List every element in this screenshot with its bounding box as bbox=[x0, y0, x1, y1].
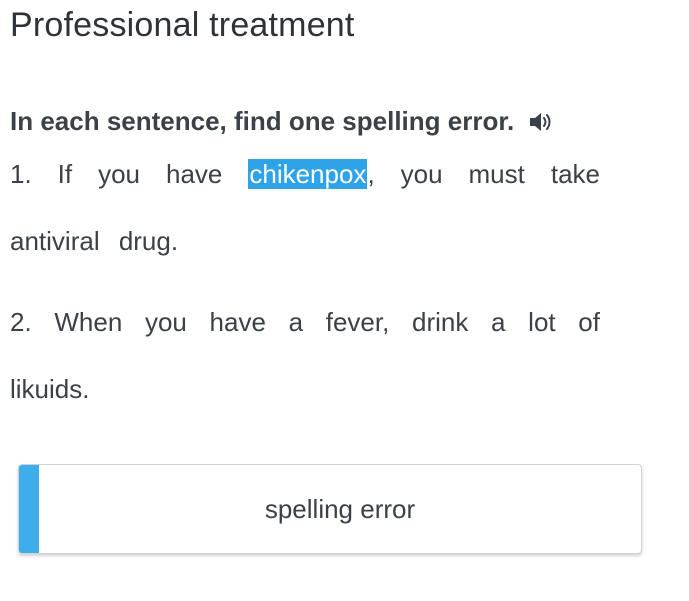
answer-button[interactable]: spelling error bbox=[18, 464, 642, 554]
sentence-number: 2. bbox=[10, 307, 32, 337]
page-title: Professional treatment bbox=[10, 6, 355, 44]
instruction: In each sentence, find one spelling erro… bbox=[10, 106, 556, 137]
speaker-icon[interactable] bbox=[528, 110, 556, 134]
answer-accent-bar bbox=[19, 465, 39, 553]
instruction-text: In each sentence, find one spelling erro… bbox=[10, 106, 515, 136]
sentence-2: 2. When you have a fever, drink a lot of… bbox=[10, 289, 600, 423]
answer-label: spelling error bbox=[264, 493, 416, 524]
sentence-number: 1. bbox=[10, 159, 32, 189]
sentence-1: 1. If you have chikenpox, you must take … bbox=[10, 141, 600, 275]
sentence-2-text[interactable]: When you have a fever, drink a lot of li… bbox=[10, 307, 600, 404]
sentence-1-text-before[interactable]: If you have bbox=[58, 159, 223, 189]
selected-word[interactable]: chikenpox bbox=[248, 159, 368, 189]
